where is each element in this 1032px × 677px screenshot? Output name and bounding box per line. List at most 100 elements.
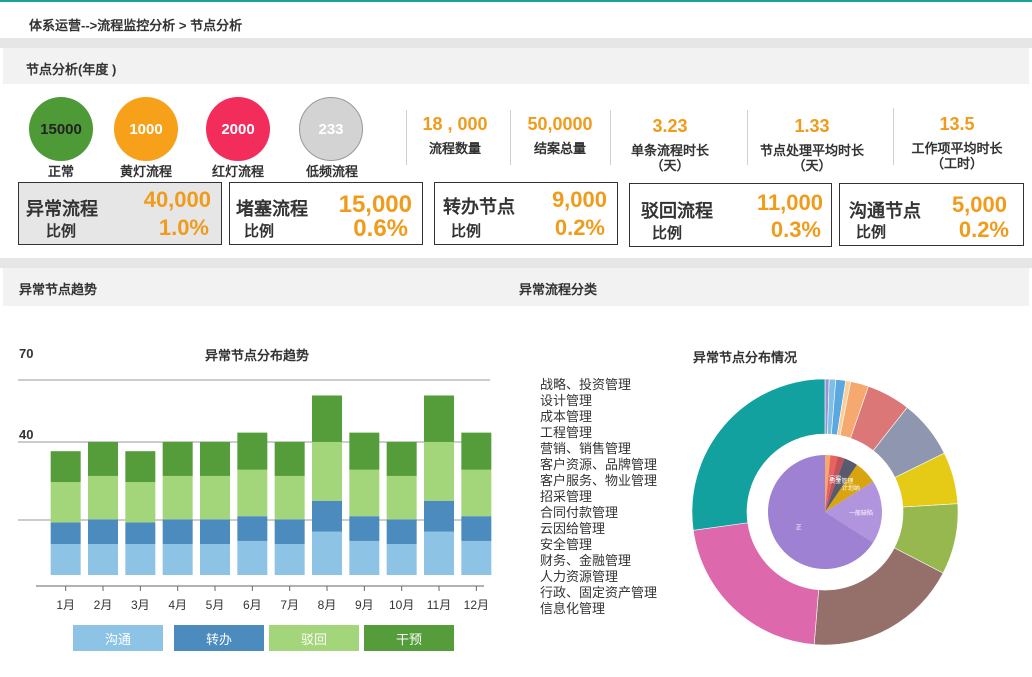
stat-label: 流程数量: [428, 141, 481, 156]
abnormal-node-trend-chart: 异常节点分布趋势 70 40 1月 2月 3月 4月 5月 6月 7月 8月 9月 10月 11月 1…: [18, 346, 492, 612]
bar-segment[interactable]: [50, 482, 81, 523]
bar-segment[interactable]: [162, 544, 193, 575]
legend-item[interactable]: 驳回: [269, 625, 359, 651]
bar-segment[interactable]: [461, 516, 492, 541]
bar-segment[interactable]: [312, 395, 342, 442]
bar-segment[interactable]: [274, 441, 305, 476]
category-item[interactable]: 安全管理: [540, 537, 657, 553]
bar-segment[interactable]: [461, 469, 492, 517]
card-blocked-process[interactable]: 堵塞流程 15,000 比例 0.6%: [229, 182, 423, 245]
bar-segment[interactable]: [162, 441, 193, 476]
bar-segment[interactable]: [386, 475, 417, 520]
bar-segment[interactable]: [200, 519, 230, 545]
bar-segment[interactable]: [88, 475, 118, 520]
card-title: 驳回流程: [641, 201, 713, 221]
x-tick-label: 7月: [280, 598, 299, 612]
yellow-light-circle[interactable]: 1000: [114, 97, 178, 161]
category-item[interactable]: 客户服务、物业管理: [540, 473, 657, 489]
stat-value: 1.33: [794, 116, 830, 136]
bar-segment[interactable]: [424, 531, 454, 575]
card-rejected-process[interactable]: 驳回流程 11,000 比例 0.3%: [629, 183, 832, 247]
category-item[interactable]: 信息化管理: [540, 601, 657, 617]
bar-segment[interactable]: [125, 522, 156, 545]
bar-segment[interactable]: [461, 540, 492, 575]
bar-segment[interactable]: [424, 395, 454, 442]
bar-segment[interactable]: [349, 540, 380, 575]
breadcrumb[interactable]: 体系运营-->流程监控分析 > 节点分析: [29, 15, 242, 34]
bar-segment[interactable]: [88, 544, 118, 575]
bar-segment[interactable]: [50, 544, 81, 575]
stat-label: 工作项平均时长 （工时）: [911, 141, 1003, 171]
category-item[interactable]: 云因给管理: [540, 521, 657, 537]
card-communication-node[interactable]: 沟通节点 5,000 比例 0.2%: [839, 183, 1024, 246]
stat-value: 50,0000: [527, 114, 593, 134]
bar-segment[interactable]: [386, 544, 417, 575]
bar-segment[interactable]: [50, 451, 81, 483]
divider: [0, 258, 1032, 268]
bar-segment[interactable]: [312, 531, 342, 575]
legend-item[interactable]: 干预: [364, 625, 454, 651]
card-ratio-label: 比例: [652, 225, 683, 242]
bar-segment[interactable]: [424, 500, 454, 532]
bar-segment[interactable]: [312, 441, 342, 501]
bar-segment[interactable]: [312, 500, 342, 532]
bar-segment[interactable]: [274, 544, 305, 575]
card-value: 40,000: [143, 187, 211, 212]
bar-segment[interactable]: [386, 519, 417, 545]
card-transfer-node[interactable]: 转办节点 9,000 比例 0.2%: [434, 182, 618, 245]
category-item[interactable]: 工程管理: [540, 425, 657, 441]
card-ratio: 0.2%: [554, 215, 605, 240]
category-item[interactable]: 招采管理: [540, 489, 657, 505]
category-item[interactable]: 设计管理: [540, 393, 657, 409]
bar-segment[interactable]: [200, 544, 230, 575]
category-item[interactable]: 财务、金融管理: [540, 553, 657, 569]
category-item[interactable]: 合同付款管理: [540, 505, 657, 521]
stat-label: 结案总量: [533, 141, 586, 156]
bar-segment[interactable]: [424, 441, 454, 501]
card-title: 转办节点: [443, 197, 515, 217]
card-ratio-label: 比例: [451, 223, 482, 240]
bar-segment[interactable]: [125, 482, 156, 523]
card-title: 堵塞流程: [236, 199, 308, 219]
category-item[interactable]: 人力资源管理: [540, 569, 657, 585]
bar-segment[interactable]: [274, 475, 305, 520]
red-light-circle[interactable]: 2000: [206, 97, 270, 161]
bar-segment[interactable]: [125, 451, 156, 483]
bar-segment[interactable]: [88, 441, 118, 476]
red-light-label: 红灯流程: [211, 164, 264, 179]
bar-segment[interactable]: [237, 469, 268, 517]
category-item[interactable]: 战略、投资管理: [540, 377, 657, 393]
bar-segment[interactable]: [386, 441, 417, 476]
bar-segment[interactable]: [88, 519, 118, 545]
category-item[interactable]: 客户资源、品牌管理: [540, 457, 657, 473]
bar-segment[interactable]: [125, 544, 156, 575]
y-tick-label: 40: [19, 427, 33, 442]
category-item[interactable]: 营销、销售管理: [540, 441, 657, 457]
low-frequency-circle[interactable]: 233: [299, 97, 363, 161]
bar-segment[interactable]: [50, 522, 81, 545]
red-light-count: 2000: [221, 120, 255, 138]
bar-segment[interactable]: [237, 432, 268, 470]
category-item[interactable]: 成本管理: [540, 409, 657, 425]
bar-segment[interactable]: [349, 432, 380, 470]
bar-segment[interactable]: [349, 469, 380, 517]
page: 体系运营-->流程监控分析 > 节点分析 节点分析(年度 ) 15000 正常 …: [0, 0, 1032, 677]
bar-segment[interactable]: [274, 519, 305, 545]
yellow-light-count: 1000: [129, 120, 163, 138]
bar-segment[interactable]: [237, 516, 268, 541]
legend-item[interactable]: 转办: [174, 625, 264, 651]
card-abnormal-process[interactable]: 异常流程 40,000 比例 1.0%: [18, 182, 222, 245]
bar-segment[interactable]: [349, 516, 380, 541]
x-tick-label: 4月: [168, 598, 187, 612]
bar-segment[interactable]: [162, 475, 193, 520]
bar-segment[interactable]: [200, 441, 230, 476]
bar-segment[interactable]: [461, 432, 492, 470]
chart-title: 异常节点分布趋势: [205, 348, 309, 363]
bar-segment[interactable]: [237, 540, 268, 575]
category-item[interactable]: 行政、固定资产管理: [540, 585, 657, 601]
bar-segment[interactable]: [162, 519, 193, 545]
legend-item[interactable]: 沟通: [73, 625, 163, 651]
bar-segment[interactable]: [200, 475, 230, 520]
pie-slice-label: 一般缺陷: [849, 509, 873, 517]
normal-count-circle[interactable]: 15000: [29, 97, 93, 161]
